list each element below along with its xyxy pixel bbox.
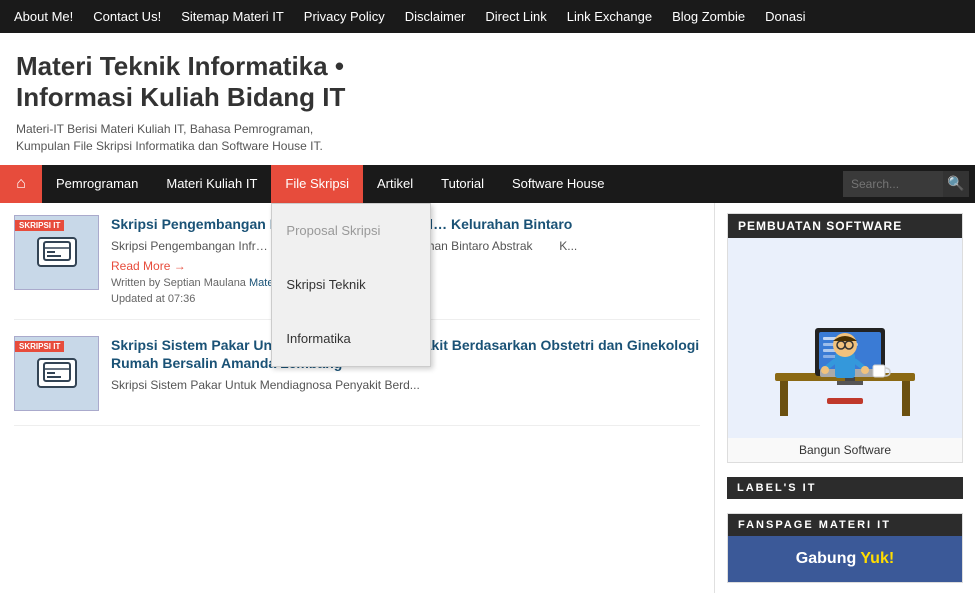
software-banner-header: PEMBUATAN SOFTWARE	[728, 214, 962, 238]
thumb-logo	[37, 237, 77, 267]
nav-privacy[interactable]: Privacy Policy	[294, 0, 395, 33]
search-area: 🔍	[843, 171, 975, 197]
thumb-logo	[37, 358, 77, 388]
software-banner-caption: Bangun Software	[728, 438, 962, 462]
dropdown-item-informatika[interactable]: Informatika	[272, 312, 430, 366]
article-badge: SKRIPSI IT	[15, 220, 64, 231]
sidebar: PEMBUATAN SOFTWARE	[715, 203, 975, 593]
content-wrapper: SKRIPSI IT Skripsi Pengembangan Infrastr…	[0, 203, 975, 593]
fanspage-widget: FANSPAGE MATERI IT Gabung Yuk!	[727, 513, 963, 583]
nav-item-tutorial[interactable]: Tutorial	[427, 165, 498, 203]
nav-blog-zombie[interactable]: Blog Zombie	[662, 0, 755, 33]
article-excerpt: Skripsi Sistem Pakar Untuk Mendiagnosa P…	[111, 377, 700, 394]
nav-direct-link[interactable]: Direct Link	[475, 0, 556, 33]
nav-about-me[interactable]: About Me!	[4, 0, 83, 33]
dropdown-item-proposal[interactable]: Proposal Skripsi	[272, 204, 430, 258]
nav-donasi[interactable]: Donasi	[755, 0, 815, 33]
main-nav: ⌂ Pemrograman Materi Kuliah IT File Skri…	[0, 165, 975, 203]
nav-item-pemrograman[interactable]: Pemrograman	[42, 165, 152, 203]
fanspage-header: FANSPAGE MATERI IT	[728, 514, 962, 536]
article-thumbnail: SKRIPSI IT	[14, 215, 99, 290]
nav-item-materi-kuliah[interactable]: Materi Kuliah IT	[152, 165, 271, 203]
search-button[interactable]: 🔍	[943, 171, 969, 197]
nav-link-exchange[interactable]: Link Exchange	[557, 0, 662, 33]
file-skripsi-dropdown: Proposal Skripsi Skripsi Teknik Informat…	[271, 203, 431, 367]
software-banner-image	[728, 238, 962, 438]
top-nav: About Me! Contact Us! Sitemap Materi IT …	[0, 0, 975, 33]
nav-sitemap[interactable]: Sitemap Materi IT	[171, 0, 294, 33]
search-input[interactable]	[843, 171, 943, 197]
dropdown-item-skripsi-teknik[interactable]: Skripsi Teknik	[272, 258, 430, 312]
labels-widget: LABEL'S IT	[727, 477, 963, 499]
home-button[interactable]: ⌂	[0, 165, 42, 203]
fanspage-join-button[interactable]: Gabung Yuk!	[728, 536, 962, 582]
programmer-illustration	[765, 253, 925, 423]
site-subtitle: Materi-IT Berisi Materi Kuliah IT, Bahas…	[16, 121, 959, 155]
nav-disclaimer[interactable]: Disclaimer	[395, 0, 476, 33]
nav-item-artikel[interactable]: Artikel	[363, 165, 427, 203]
software-house-widget: PEMBUATAN SOFTWARE	[727, 213, 963, 463]
labels-header: LABEL'S IT	[727, 477, 963, 499]
site-header: Materi Teknik Informatika • Informasi Ku…	[0, 33, 975, 165]
nav-item-software-house[interactable]: Software House	[498, 165, 619, 203]
nav-contact-us[interactable]: Contact Us!	[83, 0, 171, 33]
article-thumbnail: SKRIPSI IT	[14, 336, 99, 411]
article-badge: SKRIPSI IT	[15, 341, 64, 352]
site-title: Materi Teknik Informatika • Informasi Ku…	[16, 51, 959, 113]
nav-item-file-skripsi[interactable]: File Skripsi Proposal Skripsi Skripsi Te…	[271, 165, 363, 203]
